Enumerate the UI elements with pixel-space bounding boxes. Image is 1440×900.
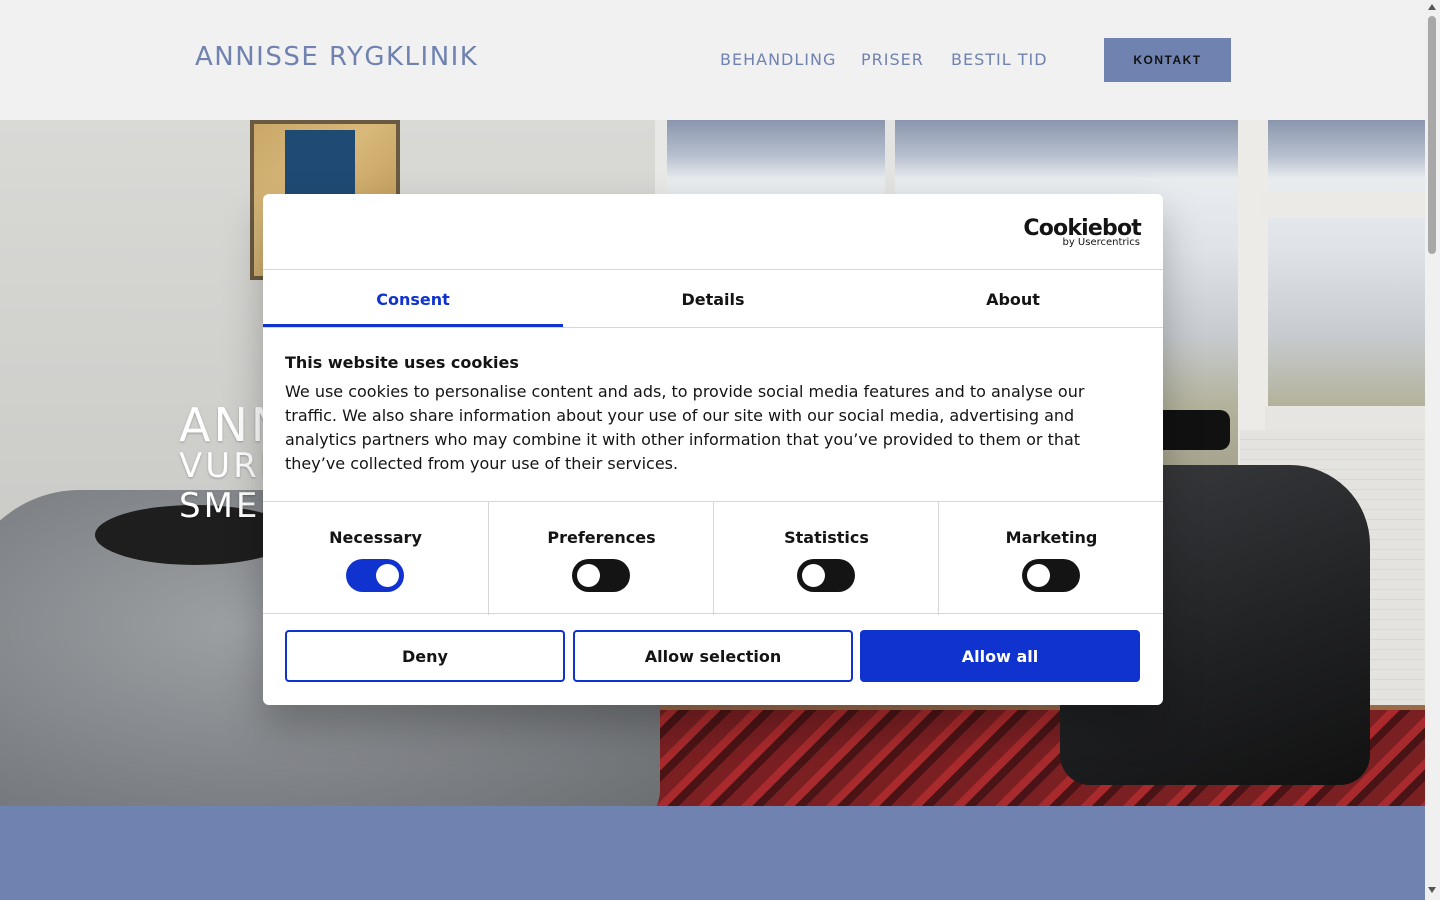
- hero-subtitle-line1: VURI: [179, 446, 273, 486]
- blue-section: [0, 806, 1425, 900]
- toggle-preferences[interactable]: [572, 559, 630, 592]
- scroll-up-icon[interactable]: [1428, 4, 1436, 10]
- toggle-knob: [1027, 564, 1050, 587]
- toggle-statistics-group: Statistics: [713, 502, 938, 615]
- contact-button[interactable]: KONTAKT: [1104, 38, 1231, 82]
- allow-all-button[interactable]: Allow all: [860, 630, 1140, 682]
- toggle-preferences-group: Preferences: [488, 502, 713, 615]
- toggle-knob: [376, 564, 399, 587]
- toggle-marketing[interactable]: [1022, 559, 1080, 592]
- hero-subtitle-line2: SMEI: [179, 486, 274, 526]
- deny-button[interactable]: Deny: [285, 630, 565, 682]
- cookie-consent-dialog: Cookiebot by Usercentrics Consent Detail…: [263, 194, 1163, 705]
- dialog-body-text: We use cookies to personalise content an…: [285, 382, 1085, 473]
- toggle-preferences-label: Preferences: [547, 528, 656, 547]
- toggle-necessary[interactable]: [346, 559, 404, 592]
- cookiebot-logo[interactable]: Cookiebot by Usercentrics: [1023, 216, 1141, 250]
- toggle-knob: [577, 564, 600, 587]
- tab-consent[interactable]: Consent: [263, 270, 563, 328]
- site-header: ANNISSE RYGKLINIK BEHANDLING PRISER BEST…: [0, 0, 1425, 120]
- toggle-marketing-group: Marketing: [938, 502, 1163, 615]
- tab-details[interactable]: Details: [563, 270, 863, 328]
- toggle-knob: [802, 564, 825, 587]
- scrollbar-thumb[interactable]: [1428, 16, 1436, 254]
- nav-link-bestil-tid[interactable]: BESTIL TID: [951, 50, 1048, 69]
- dialog-tabs: Consent Details About: [263, 270, 1163, 328]
- toggle-marketing-label: Marketing: [1005, 528, 1098, 547]
- toggle-statistics-label: Statistics: [784, 528, 869, 547]
- dialog-header: Cookiebot by Usercentrics: [263, 194, 1163, 270]
- scroll-down-icon[interactable]: [1428, 887, 1436, 893]
- dialog-heading: This website uses cookies: [285, 353, 519, 372]
- tab-about[interactable]: About: [863, 270, 1163, 328]
- allow-selection-button[interactable]: Allow selection: [573, 630, 853, 682]
- toggle-necessary-group: Necessary: [263, 502, 488, 615]
- window-frame: [1265, 406, 1425, 432]
- nav-link-behandling[interactable]: BEHANDLING: [720, 50, 836, 69]
- toggle-statistics[interactable]: [797, 559, 855, 592]
- window-frame: [1260, 192, 1425, 218]
- nav-link-priser[interactable]: PRISER: [861, 50, 924, 69]
- site-logo[interactable]: ANNISSE RYGKLINIK: [195, 42, 478, 72]
- active-tab-indicator: [263, 324, 563, 327]
- cookiebot-logo-subtext: by Usercentrics: [1062, 237, 1140, 248]
- consent-toggles: Necessary Preferences Statistics Marketi…: [263, 501, 1163, 615]
- toggle-necessary-label: Necessary: [329, 528, 422, 547]
